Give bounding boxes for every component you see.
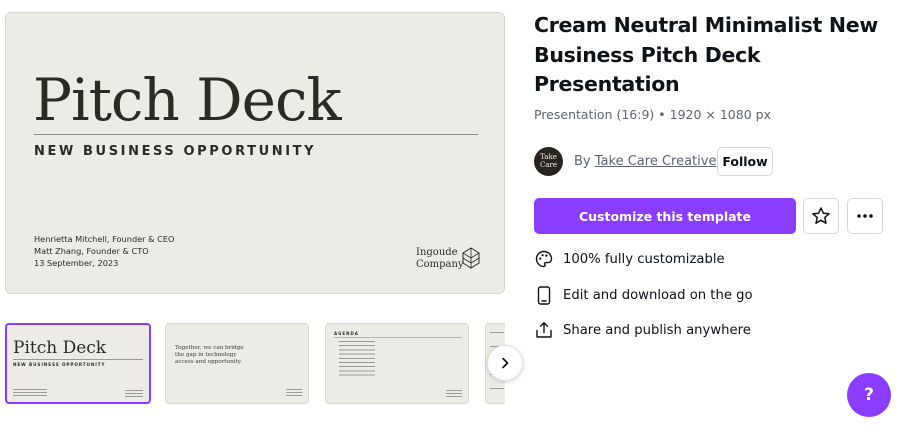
presenter-1: Henrietta Mitchell, Founder & CEO: [34, 234, 175, 244]
star-icon: [812, 207, 830, 224]
slide-title: Pitch Deck: [33, 66, 342, 134]
favorite-button[interactable]: [803, 198, 839, 234]
company-name-line-2: Company: [416, 259, 464, 270]
slide-date: 13 September, 2023: [34, 258, 119, 268]
by-label: By: [574, 154, 591, 169]
follow-button[interactable]: Follow: [717, 147, 773, 176]
slide-divider: [34, 134, 478, 135]
more-options-button[interactable]: [847, 198, 883, 234]
slide-thumbnail-3[interactable]: AGENDA: [325, 323, 469, 404]
feature-edit-download: Edit and download on the go: [534, 283, 753, 307]
thumbnail-heading: AGENDA: [334, 331, 359, 336]
presenter-2: Matt Zhang, Founder & CTO: [34, 246, 149, 256]
more-icon: [857, 214, 873, 218]
feature-share: Share and publish anywhere: [534, 318, 751, 342]
customize-template-button[interactable]: Customize this template: [534, 198, 796, 234]
slide-presenters: Henrietta Mitchell, Founder & CEO Matt Z…: [34, 233, 174, 269]
feature-label: Edit and download on the go: [563, 287, 753, 303]
slide-thumbnail-2[interactable]: Together, we can bridge the gap in techn…: [165, 323, 309, 404]
slide-subtitle: NEW BUSINESS OPPORTUNITY: [34, 144, 317, 159]
company-logo-text: Ingoude Company: [416, 247, 464, 271]
mobile-icon: [534, 285, 554, 305]
creator-avatar[interactable]: Take Care: [534, 147, 563, 176]
thumbnail-footer-lines: [13, 389, 47, 398]
share-icon: [534, 320, 554, 340]
palette-icon: [534, 249, 554, 269]
slide-thumbnail-1[interactable]: Pitch Deck NEW BUSINESS OPPORTUNITY: [5, 323, 151, 404]
thumbnail-divider: [334, 337, 462, 338]
thumbnail-logo: [286, 389, 302, 397]
template-preview[interactable]: Pitch Deck NEW BUSINESS OPPORTUNITY Henr…: [5, 12, 505, 294]
thumbnail-logo: [125, 390, 143, 398]
feature-label: Share and publish anywhere: [563, 322, 751, 338]
company-name-line-1: Ingoude: [416, 247, 458, 258]
creator-byline: By Take Care Creative: [574, 154, 716, 169]
quote-line-3: access and opportunity.: [175, 359, 242, 365]
leaf-icon: [462, 247, 480, 269]
quote-line-1: Together, we can bridge: [175, 345, 244, 351]
template-meta: Presentation (16:9) • 1920 × 1080 px: [534, 107, 771, 122]
thumbnail-quote: Together, we can bridge the gap in techn…: [175, 345, 244, 366]
creator-link[interactable]: Take Care Creative: [595, 154, 717, 169]
chevron-right-icon: [502, 357, 509, 369]
feature-label: 100% fully customizable: [563, 251, 725, 267]
template-title: Cream Neutral Minimalist New Business Pi…: [534, 13, 878, 96]
thumbnail-title: Pitch Deck: [13, 338, 107, 358]
feature-customizable: 100% fully customizable: [534, 247, 725, 271]
thumbnail-divider: [13, 359, 143, 360]
avatar-text-1: Take: [540, 153, 557, 161]
next-thumbnails-button[interactable]: [487, 345, 523, 381]
avatar-text-2: Care: [539, 161, 558, 169]
thumbnail-subtitle: NEW BUSINESS OPPORTUNITY: [13, 362, 106, 367]
thumbnail-logo: [446, 390, 462, 398]
help-button[interactable]: ?: [847, 373, 891, 417]
quote-line-2: the gap in technology: [175, 352, 237, 358]
thumbnail-agenda-list: [339, 341, 375, 379]
